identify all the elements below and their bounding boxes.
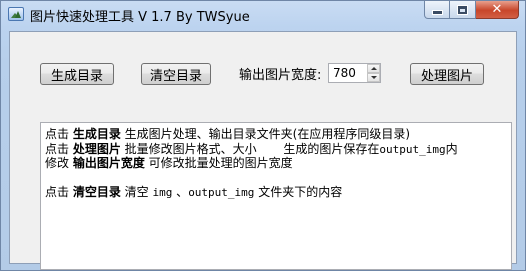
app-window: 图片快速处理工具 V 1.7 By TWSyue ✕ 生成目录 清空目录 输出图… — [0, 0, 526, 271]
spin-down-button[interactable] — [367, 73, 380, 82]
info-line-width: 修改 输出图片宽度 可修改批量处理的图片宽度 — [45, 156, 293, 170]
keyword-output-width: 输出图片宽度 — [72, 156, 145, 170]
width-label: 输出图片宽度: — [239, 68, 322, 83]
arrow-up-icon — [370, 67, 377, 70]
close-button[interactable]: ✕ — [476, 1, 519, 19]
minimize-icon — [431, 10, 443, 15]
close-icon: ✕ — [491, 2, 503, 17]
title-bar[interactable]: 图片快速处理工具 V 1.7 By TWSyue ✕ — [1, 1, 525, 29]
window-title: 图片快速处理工具 V 1.7 By TWSyue — [30, 10, 250, 25]
picture-icon — [8, 7, 24, 21]
caption-buttons: ✕ — [424, 1, 519, 19]
clear-dir-button[interactable]: 清空目录 — [141, 63, 211, 85]
info-line-generate: 点击 生成目录 生成图片处理、输出目录文件夹(在应用程序同级目录) — [45, 127, 411, 141]
keyword-clear-dir: 清空目录 — [72, 185, 121, 199]
info-line-process: 点击 处理图片 批量修改图片格式、大小 生成的图片保存在output_img内 — [45, 141, 458, 156]
keyword-generate-dir: 生成目录 — [72, 127, 121, 141]
keyword-process-images: 处理图片 — [72, 141, 121, 156]
minimize-button[interactable] — [424, 1, 450, 19]
info-text-area[interactable]: 点击 生成目录 生成图片处理、输出目录文件夹(在应用程序同级目录) 点击 处理图… — [40, 122, 512, 270]
maximize-button[interactable] — [450, 1, 476, 19]
process-images-button[interactable]: 处理图片 — [410, 63, 484, 85]
generate-dir-button[interactable]: 生成目录 — [40, 63, 114, 85]
client-area: 生成目录 清空目录 输出图片宽度: 处理图片 点击 生成目录 生成图片处理、输出… — [9, 31, 517, 270]
spin-up-button[interactable] — [367, 64, 380, 73]
info-line-clear: 点击 清空目录 清空 img 、output_img 文件夹下的内容 — [45, 185, 343, 199]
maximize-icon — [457, 4, 468, 15]
width-input[interactable] — [329, 64, 367, 82]
arrow-down-icon — [370, 76, 377, 79]
width-stepper[interactable] — [328, 63, 381, 83]
